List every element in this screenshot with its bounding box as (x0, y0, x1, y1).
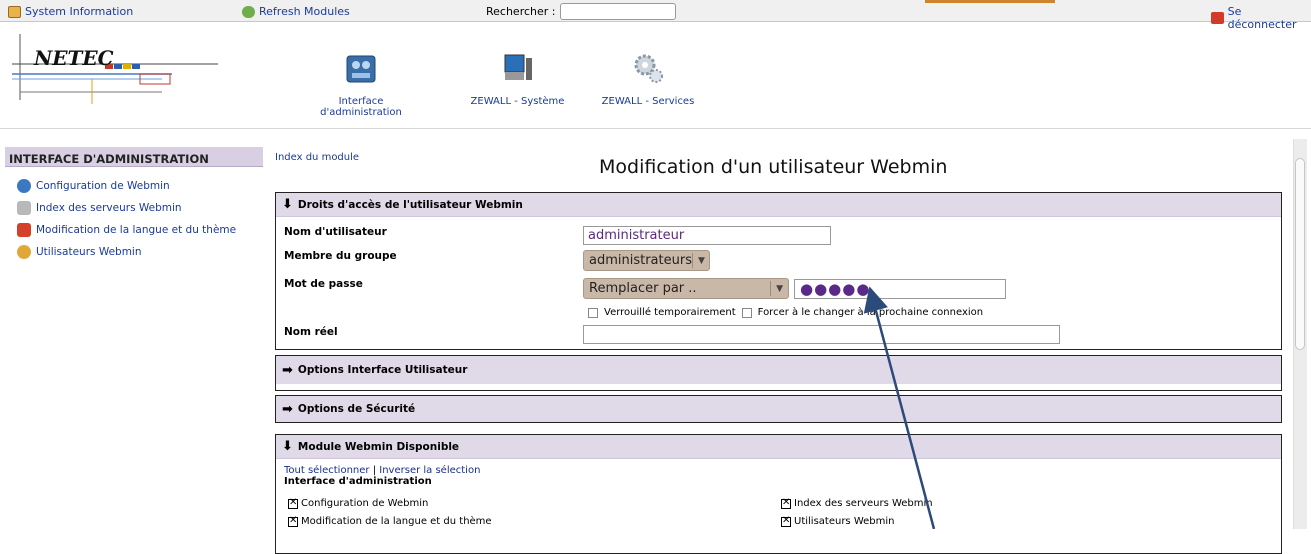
scrollbar-thumb[interactable] (1295, 158, 1305, 350)
module-checkbox-label: Index des serveurs Webmin (794, 498, 933, 509)
username-field[interactable]: administrateur (583, 226, 831, 245)
page-title: Modification d'un utilisateur Webmin (599, 156, 948, 178)
realname-field[interactable] (583, 325, 1060, 344)
sidebar-item-webmin-users[interactable]: Utilisateurs Webmin (17, 241, 263, 263)
access-rights-header[interactable]: ⬇ Droits d'accès de l'utilisateur Webmin (276, 193, 1281, 217)
header: NETEC Interface d'administration ZEWALL … (0, 22, 1311, 129)
modules-title: Module Webmin Disponible (297, 440, 460, 453)
module-index-link[interactable]: Index du module (275, 152, 359, 163)
sidebar-item-label: Utilisateurs Webmin (36, 246, 142, 258)
lock-checkbox[interactable] (588, 307, 598, 318)
access-rights-title: Droits d'accès de l'utilisateur Webmin (297, 198, 523, 211)
module-checkbox-label: Utilisateurs Webmin (794, 516, 895, 527)
top-accent-line (925, 0, 1055, 3)
arrow-down-icon: ⬇ (282, 197, 293, 212)
password-mode-select[interactable]: Remplacer par .. ▼ (583, 278, 789, 299)
users-icon (17, 245, 31, 259)
sidebar-item-label: Modification de la langue et du thème (36, 224, 237, 236)
netec-logo: NETEC (12, 34, 218, 114)
module-admin-label: Interface d'administration (320, 96, 402, 118)
gears-icon-graphic (634, 54, 663, 83)
refresh-modules-link[interactable]: Refresh Modules (242, 5, 350, 18)
language-theme-icon (17, 223, 31, 237)
password-field[interactable]: ●●●●● (794, 279, 1006, 299)
arrow-right-icon: ➡ (282, 401, 293, 417)
modules-section: ⬇ Module Webmin Disponible Tout sélectio… (275, 434, 1282, 554)
lock-checkbox-row[interactable]: Verrouillé temporairement Forcer à le ch… (588, 307, 983, 318)
group-select[interactable]: administrateurs ▼ (583, 250, 710, 271)
invert-selection-link[interactable]: Inverser la sélection (379, 465, 480, 476)
group-select-value: administrateurs (589, 253, 692, 268)
link-separator: | (372, 465, 377, 476)
sidebar-item-webmin-config[interactable]: Configuration de Webmin (17, 175, 263, 197)
modules-header[interactable]: ⬇ Module Webmin Disponible (276, 435, 1281, 459)
server-index-icon (17, 201, 31, 215)
chevron-down-icon: ▼ (691, 253, 705, 268)
module-checkbox-label: Modification de la langue et du thème (301, 516, 492, 527)
module-system-label: ZEWALL - Système (470, 96, 565, 107)
security-options-header[interactable]: ➡ Options de Sécurité (276, 396, 1281, 422)
module-checkbox-webmin-config[interactable]: Configuration de Webmin (288, 497, 429, 509)
sidebar: INTERFACE D'ADMINISTRATION Configuration… (5, 147, 263, 263)
select-all-link[interactable]: Tout sélectionner (284, 465, 370, 476)
computer-icon-graphic (504, 54, 532, 80)
username-label: Nom d'utilisateur (284, 226, 387, 238)
selection-links: Tout sélectionner | Inverser la sélectio… (284, 465, 480, 476)
sidebar-item-label: Configuration de Webmin (36, 180, 170, 192)
arrow-right-icon: ➡ (282, 362, 293, 378)
gears-icon (632, 52, 664, 84)
system-information-link[interactable]: System Information (8, 5, 133, 18)
ui-options-header[interactable]: ➡ Options Interface Utilisateur (276, 356, 1281, 384)
system-information-label: System Information (25, 5, 134, 18)
search-label: Rechercher : (486, 5, 556, 18)
ui-options-title: Options Interface Utilisateur (297, 364, 468, 376)
lock-label: Verrouillé temporairement (604, 307, 736, 318)
checkbox[interactable] (288, 515, 298, 527)
module-checkbox-server-index[interactable]: Index des serveurs Webmin (781, 497, 933, 509)
group-label: Membre du groupe (284, 250, 397, 262)
sidebar-item-label: Index des serveurs Webmin (36, 202, 182, 214)
computer-icon (502, 52, 534, 84)
search-area: Rechercher : (486, 3, 676, 20)
refresh-icon (242, 5, 255, 18)
module-zewall-system[interactable]: ZEWALL - Système (470, 52, 565, 107)
access-rights-section: ⬇ Droits d'accès de l'utilisateur Webmin… (275, 192, 1282, 350)
module-zewall-services[interactable]: ZEWALL - Services (598, 52, 698, 107)
admin-icon-graphic (346, 55, 376, 83)
security-options-title: Options de Sécurité (297, 403, 416, 415)
webmin-config-icon (17, 179, 31, 193)
sidebar-item-language-theme[interactable]: Modification de la langue et du thème (17, 219, 263, 241)
force-change-label: Forcer à le changer à la prochaine conne… (757, 307, 984, 318)
module-admin-interface[interactable]: Interface d'administration (300, 52, 422, 118)
realname-label: Nom réel (284, 326, 338, 338)
password-mode-value: Remplacer par .. (589, 281, 697, 296)
home-icon (8, 5, 21, 18)
security-options-section: ➡ Options de Sécurité (275, 395, 1282, 423)
module-checkbox-language-theme[interactable]: Modification de la langue et du thème (288, 515, 492, 527)
module-checkbox-label: Configuration de Webmin (301, 498, 429, 509)
ui-options-section: ➡ Options Interface Utilisateur (275, 355, 1282, 391)
module-services-label: ZEWALL - Services (601, 96, 695, 107)
top-toolbar: System Information Refresh Modules Reche… (0, 0, 1311, 31)
module-checkbox-webmin-users[interactable]: Utilisateurs Webmin (781, 515, 895, 527)
force-change-checkbox[interactable] (741, 307, 752, 318)
logo-text: NETEC (34, 46, 114, 70)
search-input[interactable] (559, 3, 676, 20)
sidebar-item-server-index[interactable]: Index des serveurs Webmin (17, 197, 263, 219)
chevron-down-icon: ▼ (770, 281, 783, 296)
module-category: Interface d'administration (284, 476, 432, 487)
admin-icon (345, 52, 377, 84)
arrow-down-icon: ⬇ (282, 439, 293, 454)
refresh-modules-label: Refresh Modules (259, 5, 350, 18)
password-label: Mot de passe (284, 278, 363, 290)
checkbox[interactable] (781, 497, 791, 509)
checkbox[interactable] (781, 515, 791, 527)
sidebar-title: INTERFACE D'ADMINISTRATION (5, 147, 263, 167)
checkbox[interactable] (288, 497, 298, 509)
